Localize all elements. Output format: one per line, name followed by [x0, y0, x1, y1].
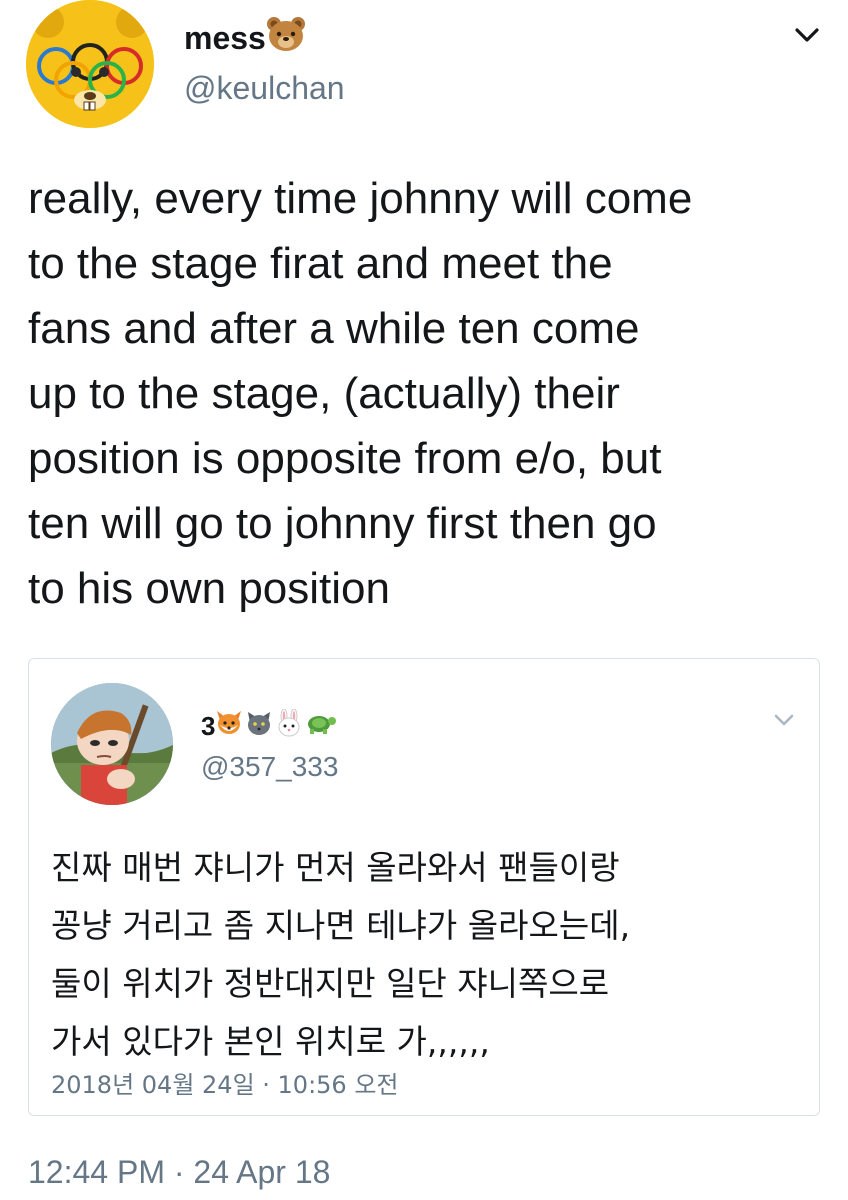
quoted-text-line: 진짜 매번 쟈니가 먼저 올라와서 팬들이랑 [51, 848, 620, 887]
fox-face-icon [215, 709, 243, 744]
tweet-text: really, every time johnny will come to t… [28, 166, 828, 621]
quoted-tweet-text: 진짜 매번 쟈니가 먼저 올라와서 팬들이랑 꽁냥 거리고 좀 지나면 테냐가 … [51, 839, 811, 1071]
cartoon-avatar-illustration [51, 683, 173, 805]
author-name[interactable]: mess [184, 16, 306, 60]
author-display-name: mess [184, 19, 266, 56]
tweet-text-line: to the stage firat and meet the [28, 239, 613, 288]
quoted-tweet[interactable]: 3 @357_333 진짜 매번 쟈니가 먼저 올라와서 팬들이랑 꽁냥 거리고… [28, 658, 820, 1116]
bear-avatar-illustration [26, 0, 154, 128]
quoted-author-avatar[interactable] [51, 683, 173, 805]
bear-face-icon [266, 16, 306, 60]
tweet-text-line: up to the stage, (actually) their [28, 369, 620, 418]
turtle-icon [305, 710, 337, 743]
quoted-author-name[interactable]: 3 [201, 708, 337, 744]
chevron-down-icon[interactable] [771, 707, 797, 733]
tweet-timestamp[interactable]: 12:44 PM · 24 Apr 18 [28, 1154, 330, 1191]
quoted-display-name: 3 [201, 711, 216, 741]
chevron-down-icon[interactable] [792, 20, 822, 50]
tweet-text-line: position is opposite from e/o, but [28, 434, 662, 483]
quoted-author-handle[interactable]: @357_333 [201, 751, 338, 783]
quoted-text-line: 꽁냥 거리고 좀 지나면 테냐가 올라오는데, [51, 906, 631, 945]
author-avatar[interactable] [26, 0, 154, 128]
tweet-text-line: really, every time johnny will come [28, 174, 693, 223]
author-handle[interactable]: @keulchan [184, 70, 345, 107]
tweet-text-line: to his own position [28, 564, 390, 613]
cat-face-icon [245, 709, 273, 744]
tweet-text-line: fans and after a while ten come [28, 304, 640, 353]
quoted-timestamp[interactable]: 2018년 04월 24일 · 10:56 오전 [51, 1065, 399, 1100]
quoted-text-line: 가서 있다가 본인 위치로 가,,,,,, [51, 1022, 490, 1061]
tweet-card: mess @keulchan really, every time johnny… [0, 0, 848, 1200]
rabbit-face-icon [275, 708, 303, 744]
tweet-text-line: ten will go to johnny first then go [28, 499, 657, 548]
quoted-text-line: 둘이 위치가 정반대지만 일단 쟈니쪽으로 [51, 964, 610, 1003]
